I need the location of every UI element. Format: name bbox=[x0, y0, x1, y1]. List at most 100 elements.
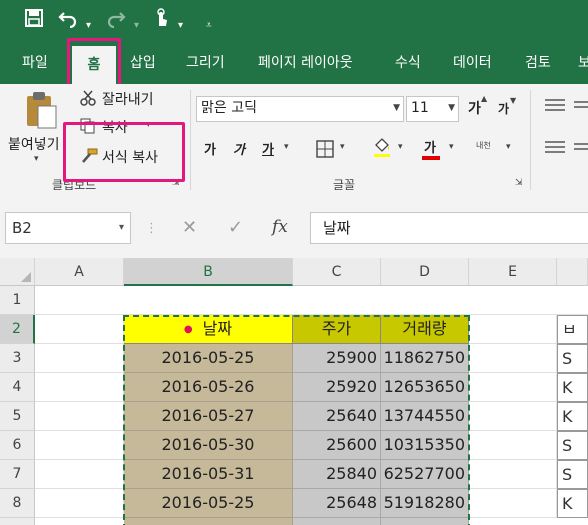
touch-dropdown-icon[interactable]: ▾ bbox=[178, 14, 183, 38]
undo-icon[interactable] bbox=[58, 8, 78, 35]
column-header-d[interactable]: D bbox=[381, 258, 469, 286]
cell-f8[interactable]: K bbox=[557, 489, 588, 518]
align-center-icon[interactable] bbox=[574, 140, 588, 159]
borders-dropdown-icon[interactable]: ▾ bbox=[340, 142, 345, 152]
cut-icon[interactable] bbox=[80, 90, 96, 110]
grow-font-button[interactable]: 가 bbox=[468, 98, 481, 118]
cell-a8[interactable] bbox=[35, 489, 124, 518]
cell-c6[interactable]: 25600 bbox=[293, 431, 381, 460]
phonetic-dropdown-icon[interactable]: ▾ bbox=[506, 142, 511, 152]
cell-d7[interactable]: 62527700 bbox=[381, 460, 469, 489]
cell-d2[interactable]: 거래량 bbox=[381, 315, 469, 344]
tab-data[interactable]: 데이터 bbox=[453, 42, 492, 84]
cell-c9[interactable] bbox=[293, 518, 381, 525]
paste-icon[interactable] bbox=[24, 90, 58, 134]
cell-c2[interactable]: 주가 bbox=[293, 315, 381, 344]
redo-icon[interactable] bbox=[106, 8, 126, 35]
row-header[interactable]: 3 bbox=[0, 344, 35, 373]
name-box[interactable]: B2 ▾ bbox=[5, 212, 131, 244]
cell-e3[interactable] bbox=[469, 344, 557, 373]
cell-f3[interactable]: S bbox=[557, 344, 588, 373]
cell-d4[interactable]: 12653650 bbox=[381, 373, 469, 402]
tab-page-layout[interactable]: 페이지 레이아웃 bbox=[258, 42, 353, 84]
row-header[interactable]: 6 bbox=[0, 431, 35, 460]
cell-d5[interactable]: 13744550 bbox=[381, 402, 469, 431]
insert-function-icon[interactable]: fx bbox=[272, 217, 288, 237]
cell-f7[interactable]: S bbox=[557, 460, 588, 489]
redo-dropdown-icon[interactable]: ▾ bbox=[134, 14, 139, 38]
align-top-icon[interactable] bbox=[545, 98, 565, 117]
font-launcher-icon[interactable]: ⇲ bbox=[515, 178, 523, 188]
cell-b4[interactable]: 2016-05-26 bbox=[124, 373, 293, 402]
font-size-combo[interactable]: 11 ▼ bbox=[406, 96, 459, 122]
cell-c8[interactable]: 25648 bbox=[293, 489, 381, 518]
chevron-down-icon[interactable]: ▼ bbox=[393, 97, 400, 119]
cell-e2[interactable] bbox=[469, 315, 557, 344]
borders-icon[interactable] bbox=[316, 140, 334, 162]
chevron-down-icon[interactable]: ▼ bbox=[448, 97, 455, 119]
underline-dropdown-icon[interactable]: ▾ bbox=[284, 142, 289, 152]
row-header[interactable]: 4 bbox=[0, 373, 35, 402]
cell-b6[interactable]: 2016-05-30 bbox=[124, 431, 293, 460]
cancel-icon[interactable]: ✕ bbox=[182, 217, 197, 238]
bold-button[interactable]: 가 bbox=[204, 139, 216, 158]
cell-a6[interactable] bbox=[35, 431, 124, 460]
tab-review[interactable]: 검토 bbox=[525, 42, 551, 84]
cell-a4[interactable] bbox=[35, 373, 124, 402]
column-header-b[interactable]: B bbox=[124, 258, 293, 286]
cell-b7[interactable]: 2016-05-31 bbox=[124, 460, 293, 489]
cell-c7[interactable]: 25840 bbox=[293, 460, 381, 489]
formula-input[interactable]: 날짜 bbox=[310, 212, 588, 244]
cell-d3[interactable]: 11862750 bbox=[381, 344, 469, 373]
column-header-e[interactable]: E bbox=[469, 258, 557, 286]
table-row[interactable] bbox=[35, 286, 588, 315]
cell-a7[interactable] bbox=[35, 460, 124, 489]
cell-c5[interactable]: 25640 bbox=[293, 402, 381, 431]
cell-e5[interactable] bbox=[469, 402, 557, 431]
chevron-down-icon[interactable]: ▾ bbox=[119, 213, 124, 243]
font-name-combo[interactable]: 맑은 고딕 ▼ bbox=[196, 96, 404, 122]
tab-file[interactable]: 파일 bbox=[22, 42, 48, 84]
cell-d9[interactable] bbox=[381, 518, 469, 525]
tab-formulas[interactable]: 수식 bbox=[395, 42, 421, 84]
column-header-f[interactable] bbox=[557, 258, 588, 286]
cell-a5[interactable] bbox=[35, 402, 124, 431]
cell-f5[interactable]: K bbox=[557, 402, 588, 431]
row-header[interactable]: 1 bbox=[0, 286, 35, 315]
touch-mode-icon[interactable] bbox=[152, 8, 170, 35]
fill-color-dropdown-icon[interactable]: ▾ bbox=[398, 142, 403, 152]
cell-e4[interactable] bbox=[469, 373, 557, 402]
shrink-font-button[interactable]: 가 bbox=[498, 100, 509, 117]
save-icon[interactable] bbox=[24, 8, 44, 35]
align-middle-icon[interactable] bbox=[574, 98, 588, 117]
cell-e6[interactable] bbox=[469, 431, 557, 460]
cell-a3[interactable] bbox=[35, 344, 124, 373]
underline-button[interactable]: 가 bbox=[262, 139, 274, 158]
cell-b2[interactable]: ● 날짜 bbox=[124, 315, 293, 344]
select-all-corner[interactable] bbox=[0, 258, 35, 286]
row-header[interactable] bbox=[0, 518, 35, 525]
cell-b5[interactable]: 2016-05-27 bbox=[124, 402, 293, 431]
cell-b9[interactable] bbox=[124, 518, 293, 525]
cell-f2[interactable]: ㅂ bbox=[557, 315, 588, 344]
cell-d8[interactable]: 51918280 bbox=[381, 489, 469, 518]
cell-c4[interactable]: 25920 bbox=[293, 373, 381, 402]
customize-qat-icon[interactable]: ⩡ bbox=[206, 14, 212, 38]
cell-f6[interactable]: S bbox=[557, 431, 588, 460]
paste-button[interactable]: 붙여넣기 bbox=[8, 134, 60, 154]
font-color-button[interactable]: 가 bbox=[424, 137, 436, 156]
cell-d6[interactable]: 10315350 bbox=[381, 431, 469, 460]
row-header[interactable]: 5 bbox=[0, 402, 35, 431]
align-left-icon[interactable] bbox=[545, 140, 565, 159]
enter-icon[interactable]: ✓ bbox=[228, 217, 243, 238]
cell-a2[interactable] bbox=[35, 315, 124, 344]
fill-color-icon[interactable] bbox=[372, 136, 392, 162]
undo-dropdown-icon[interactable]: ▾ bbox=[86, 14, 91, 38]
cell-b3[interactable]: 2016-05-25 bbox=[124, 344, 293, 373]
column-header-c[interactable]: C bbox=[293, 258, 381, 286]
italic-button[interactable]: 가 bbox=[233, 139, 245, 158]
cell-e7[interactable] bbox=[469, 460, 557, 489]
row-header[interactable]: 8 bbox=[0, 489, 35, 518]
tab-view[interactable]: 보 bbox=[578, 42, 588, 84]
paste-dropdown-icon[interactable]: ▾ bbox=[34, 154, 39, 164]
